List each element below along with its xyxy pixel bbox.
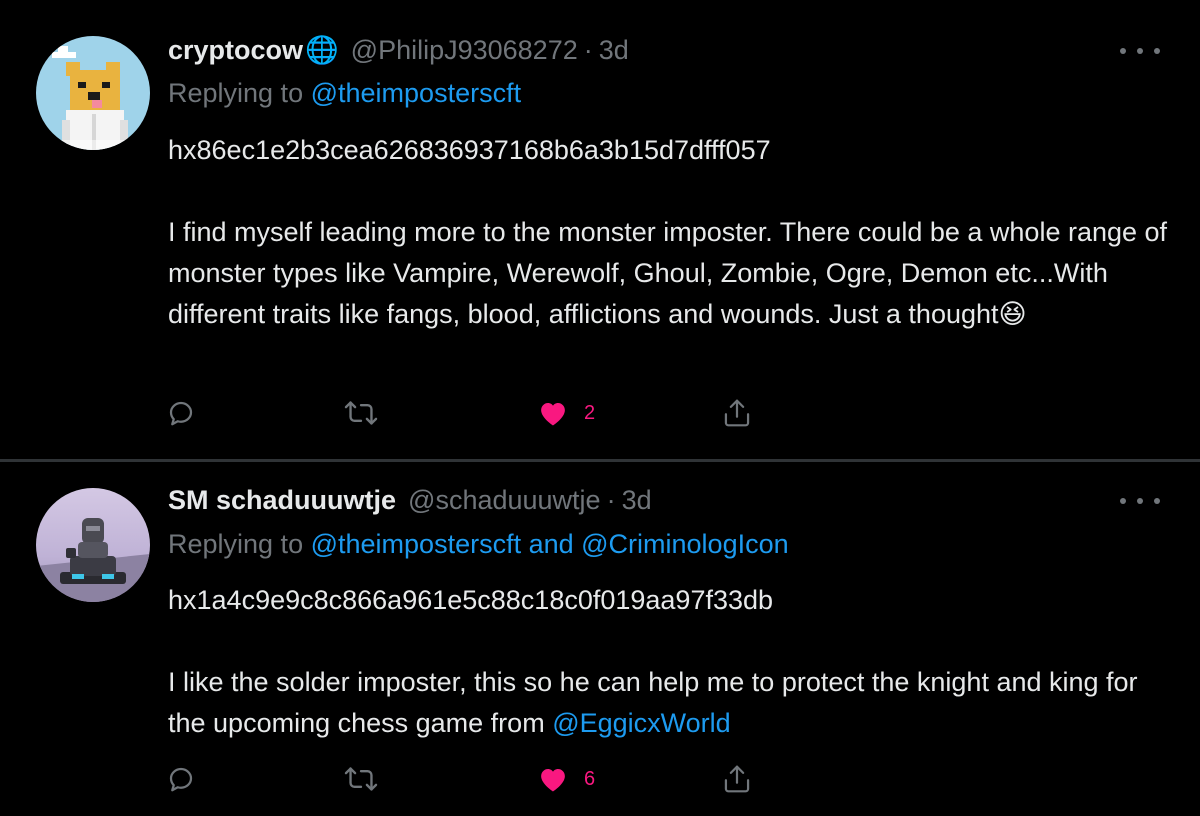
heart-icon bbox=[538, 765, 568, 793]
like-count: 6 bbox=[584, 767, 596, 790]
display-name[interactable]: SM schaduuuwtje bbox=[168, 485, 396, 516]
action-bar: 6 bbox=[0, 759, 1200, 799]
tweet[interactable]: SM schaduuuwtje @schaduuuwtje · 3d Reply… bbox=[0, 462, 1200, 816]
separator-dot: · bbox=[606, 484, 616, 515]
avatar[interactable] bbox=[36, 36, 150, 150]
globe-emoji: 🌐 bbox=[305, 35, 339, 65]
tweet-body: hx86ec1e2b3cea626836937168b6a3b15d7dfff0… bbox=[168, 130, 1168, 335]
reply-icon[interactable] bbox=[166, 393, 196, 433]
tweet-body: hx1a4c9e9c8c866a961e5c88c18c0f019aa97f33… bbox=[168, 580, 1168, 744]
wallet-address: hx86ec1e2b3cea626836937168b6a3b15d7dfff0… bbox=[168, 135, 771, 165]
replying-prefix: Replying to bbox=[168, 78, 304, 108]
reply-mention[interactable]: @theimposterscft and @CriminologIcon bbox=[311, 529, 789, 559]
more-icon[interactable] bbox=[1120, 486, 1160, 516]
like-button[interactable]: 2 bbox=[538, 393, 595, 433]
display-name[interactable]: cryptocow bbox=[168, 35, 303, 66]
user-handle[interactable]: @PhilipJ93068272 bbox=[351, 35, 578, 66]
tweet-header: SM schaduuuwtje @schaduuuwtje · 3d bbox=[168, 480, 652, 520]
reply-mention[interactable]: @theimposterscft bbox=[311, 78, 521, 108]
tweet-text: I find myself leading more to the monste… bbox=[168, 212, 1168, 335]
wallet-address: hx1a4c9e9c8c866a961e5c88c18c0f019aa97f33… bbox=[168, 585, 774, 615]
laughing-emoji: 😆 bbox=[998, 299, 1027, 329]
share-icon[interactable] bbox=[722, 393, 752, 433]
tweet-feed: cryptocow 🌐 @PhilipJ93068272 · 3d Replyi… bbox=[0, 0, 1200, 816]
avatar[interactable] bbox=[36, 488, 150, 602]
share-icon[interactable] bbox=[722, 759, 752, 799]
timestamp[interactable]: 3d bbox=[622, 485, 652, 516]
reply-icon[interactable] bbox=[166, 759, 196, 799]
heart-icon bbox=[538, 399, 568, 427]
replying-to: Replying to @theimposterscft bbox=[168, 78, 521, 109]
replying-prefix: Replying to bbox=[168, 529, 304, 559]
retweet-icon[interactable] bbox=[344, 759, 378, 799]
action-bar: 2 bbox=[0, 393, 1200, 433]
tweet[interactable]: cryptocow 🌐 @PhilipJ93068272 · 3d Replyi… bbox=[0, 0, 1200, 460]
timestamp[interactable]: 3d bbox=[599, 35, 629, 66]
separator-dot: · bbox=[583, 34, 593, 65]
replying-to: Replying to @theimposterscft and @Crimin… bbox=[168, 529, 789, 560]
retweet-icon[interactable] bbox=[344, 393, 378, 433]
like-count: 2 bbox=[584, 401, 596, 424]
tweet-header: cryptocow 🌐 @PhilipJ93068272 · 3d bbox=[168, 30, 629, 70]
like-button[interactable]: 6 bbox=[538, 759, 595, 799]
more-icon[interactable] bbox=[1120, 36, 1160, 66]
user-handle[interactable]: @schaduuuwtje bbox=[408, 485, 601, 516]
body-mention[interactable]: @EggicxWorld bbox=[552, 708, 730, 738]
tweet-text: I like the solder imposter, this so he c… bbox=[168, 662, 1168, 744]
